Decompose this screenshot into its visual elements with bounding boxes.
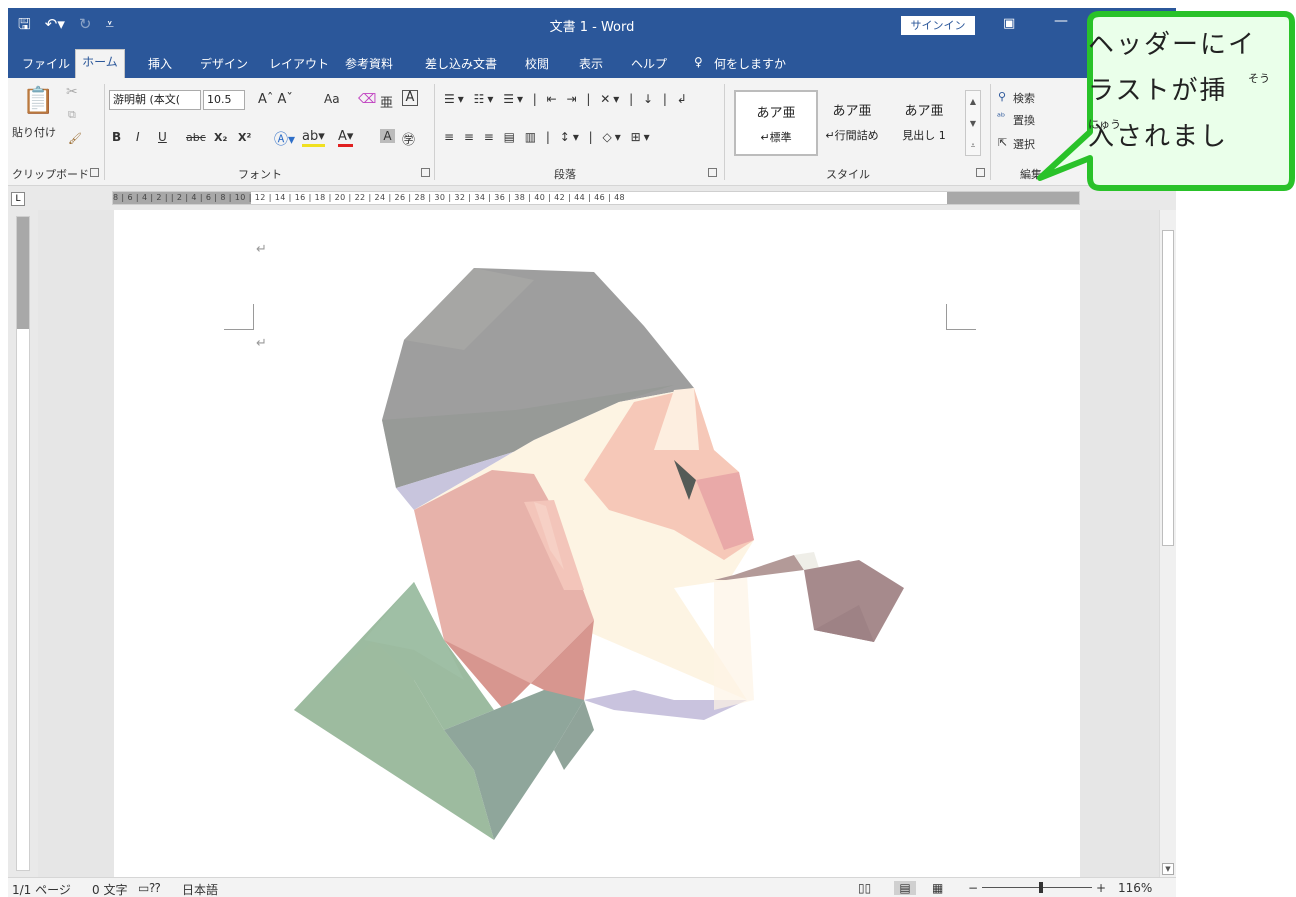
subscript-button[interactable]: X₂ [214, 131, 227, 144]
style-name: ↵標準 [760, 131, 792, 144]
language-indicator[interactable]: 日本語 [182, 881, 218, 897]
group-divider [990, 84, 991, 180]
lightbulb-icon: ♀ [694, 55, 703, 69]
ribbon-tabs: ファイル ホーム 挿入 デザイン レイアウト 参考資料 差し込み文書 校閲 表示… [8, 42, 1176, 78]
word-window: 🖫 ↶▾ ↻ ⩡ 文書 1 - Word サインイン ▣ — ファイル ホーム … [8, 8, 1176, 897]
font-launcher-icon[interactable] [421, 168, 430, 177]
highlight-icon[interactable]: ab▾ [302, 129, 325, 147]
document-page[interactable]: ↵ ↵ [114, 210, 1080, 877]
tab-layout[interactable]: レイアウト [269, 55, 329, 72]
window-title: 文書 1 - Word [549, 20, 635, 35]
format-painter-icon[interactable]: 🖌 [68, 132, 82, 145]
vertical-ruler-strip[interactable] [16, 216, 30, 871]
proofing-icon[interactable]: ▭⁇ [138, 881, 160, 895]
read-mode-icon[interactable]: ▯▯ [858, 881, 871, 895]
paste-button[interactable]: 貼り付け [12, 124, 56, 140]
group-divider [104, 84, 105, 180]
align-buttons[interactable]: ≡ ≡ ≡ ▤ ▥ | ↕▾ | ◇▾ ⊞▾ [444, 130, 653, 144]
char-shading-icon[interactable]: A [380, 129, 395, 143]
clear-format-icon[interactable]: ⌫ [358, 92, 376, 107]
paste-icon[interactable]: 📋 [22, 86, 54, 116]
ruby-sou: そう [1248, 72, 1270, 85]
signin-button[interactable]: サインイン [901, 16, 975, 35]
phonetic-guide-icon[interactable]: 亜 [380, 92, 393, 111]
style-normal[interactable]: あア亜 ↵標準 [734, 90, 818, 156]
vertical-ruler-top-margin [17, 217, 29, 329]
word-count[interactable]: 0 文字 [92, 881, 127, 897]
tab-mailings[interactable]: 差し込み文書 [425, 55, 497, 72]
char-border-icon[interactable]: A [402, 90, 418, 106]
tab-home[interactable]: ホーム [75, 49, 125, 78]
group-divider [434, 84, 435, 180]
underline-button[interactable]: U [158, 130, 167, 144]
tab-selector[interactable]: L [11, 192, 25, 206]
tell-me-search[interactable]: 何をしますか [714, 55, 786, 72]
tab-file[interactable]: ファイル [22, 55, 70, 72]
replace-icon[interactable]: ᵃᵇ [997, 112, 1005, 123]
zoom-out-button[interactable]: − [968, 881, 978, 895]
page-count[interactable]: 1/1 ページ [12, 881, 71, 897]
tab-help[interactable]: ヘルプ [631, 55, 667, 72]
ruby-nyuu: にゅう [1088, 118, 1121, 131]
web-layout-icon[interactable]: ▦ [932, 881, 943, 895]
zoom-level[interactable]: 116% [1118, 881, 1152, 895]
title-bar: 🖫 ↶▾ ↻ ⩡ 文書 1 - Word サインイン ▣ — [8, 8, 1176, 42]
style-name: 見出し 1 [902, 129, 946, 142]
zoom-slider[interactable] [982, 887, 1092, 888]
copy-icon[interactable]: ⧉ [68, 108, 76, 122]
man-with-pipe-illustration[interactable] [114, 210, 1080, 877]
paragraph-launcher-icon[interactable] [708, 168, 717, 177]
cut-icon[interactable]: ✂ [66, 84, 78, 100]
font-size-box[interactable]: 10.5 [203, 90, 245, 110]
ruler-numbers: 8 | 6 | 4 | 2 | | 2 | 4 | 6 | 8 | 10 | 1… [113, 193, 626, 202]
vertical-ruler [8, 210, 38, 877]
scroll-thumb[interactable] [1162, 230, 1174, 546]
tab-view[interactable]: 表示 [579, 55, 603, 72]
style-preview: あア亜 [756, 106, 796, 121]
search-icon[interactable]: ⚲ [998, 90, 1006, 103]
superscript-button[interactable]: X² [238, 131, 251, 144]
clipboard-group-label: クリップボード [12, 168, 89, 181]
zoom-in-button[interactable]: + [1096, 881, 1106, 895]
font-color-icon[interactable]: A▾ [338, 129, 354, 147]
ruler-strip[interactable]: 8 | 6 | 4 | 2 | | 2 | 4 | 6 | 8 | 10 | 1… [112, 191, 1080, 205]
zoom-slider-thumb[interactable] [1039, 882, 1043, 893]
vertical-scrollbar[interactable]: ▼ [1159, 210, 1176, 877]
tab-review[interactable]: 校閲 [525, 55, 549, 72]
style-heading1[interactable]: あア亜 見出し 1 [882, 90, 966, 156]
select-button[interactable]: 選択 [1013, 136, 1035, 152]
style-preview: あア亜 [904, 104, 944, 119]
tab-references[interactable]: 参考資料 [345, 55, 393, 72]
grow-font-icon[interactable]: Aˆ Aˇ [258, 92, 293, 107]
styles-launcher-icon[interactable] [976, 168, 985, 177]
styles-group-label: スタイル [826, 168, 870, 181]
font-name-box[interactable]: 游明朝 (本文( [109, 90, 201, 110]
callout-text: ヘッダーにイ ラストが挿 そう 入されまし にゅう [1088, 22, 1284, 160]
list-buttons[interactable]: ☰▾ ☷▾ ☰▾ | ⇤ ⇥ | ✕▾ | ↓ | ↲ [444, 92, 690, 106]
tab-design[interactable]: デザイン [200, 55, 248, 72]
ribbon: 📋 貼り付け ✂ ⧉ 🖌 クリップボード 游明朝 (本文( 10.5 Aˆ Aˇ… [8, 78, 1176, 186]
scroll-down-icon[interactable]: ▼ [1162, 863, 1174, 875]
strikethrough-button[interactable]: abc [186, 131, 206, 144]
bold-button[interactable]: B [112, 130, 121, 144]
paragraph-group-label: 段落 [554, 168, 576, 181]
enclose-char-icon[interactable]: ㊫ [402, 129, 415, 148]
group-divider [724, 84, 725, 180]
font-group-label: フォント [238, 168, 282, 181]
horizontal-ruler: L 8 | 6 | 4 | 2 | | 2 | 4 | 6 | 8 | 10 |… [8, 186, 1176, 210]
change-case-button[interactable]: Aa [324, 92, 340, 106]
print-layout-icon[interactable]: ▤ [894, 881, 916, 895]
styles-scroll-button[interactable]: ▲ ▼ ⩡ [965, 90, 981, 156]
replace-button[interactable]: 置換 [1013, 112, 1035, 128]
status-bar: 1/1 ページ 0 文字 ▭⁇ 日本語 ▯▯ ▤ ▦ − + 116% [8, 877, 1176, 897]
callout-line-3: 入されまし にゅう [1088, 114, 1284, 160]
ribbon-display-options-icon[interactable]: ▣ [1003, 16, 1015, 31]
italic-button[interactable]: I [136, 130, 140, 144]
select-icon[interactable]: ⇱ [998, 136, 1007, 149]
clipboard-launcher-icon[interactable] [90, 168, 99, 177]
text-effects-icon[interactable]: Ⓐ▾ [274, 129, 295, 149]
find-button[interactable]: 検索 [1013, 90, 1035, 106]
tab-insert[interactable]: 挿入 [148, 55, 172, 72]
